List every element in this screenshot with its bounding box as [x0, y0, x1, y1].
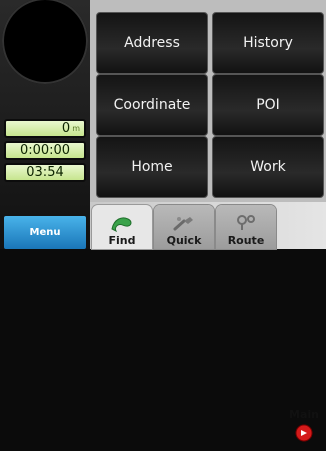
clock-time: 03:54: [26, 164, 64, 180]
distance-unit: m: [72, 123, 80, 133]
clock-readout: 03:54: [4, 163, 86, 182]
menu-label: Menu: [29, 227, 61, 238]
address-button[interactable]: Address: [96, 12, 208, 74]
work-button[interactable]: Work: [212, 136, 324, 198]
home-label: Home: [131, 159, 173, 175]
main-label: Main: [289, 408, 319, 421]
tab-route-label: Route: [227, 234, 265, 247]
tab-quick-label: Quick: [166, 234, 202, 247]
tab-route[interactable]: Route: [216, 205, 276, 249]
distance-value: 0: [61, 120, 71, 136]
right-area: Address History Coordinate POI Home Work…: [90, 0, 326, 442]
tab-find[interactable]: Find: [92, 205, 152, 249]
poi-button[interactable]: POI: [212, 74, 324, 136]
find-button-grid: Address History Coordinate POI Home Work: [90, 0, 326, 202]
tab-bar: Find Quick Route Main: [90, 202, 326, 442]
work-label: Work: [250, 159, 286, 175]
tab-quick[interactable]: Quick: [154, 205, 214, 249]
quick-icon: [173, 217, 193, 231]
compass-display: [2, 0, 88, 84]
route-icon: [237, 215, 255, 230]
tab-find-label: Find: [108, 234, 136, 247]
home-button[interactable]: Home: [96, 136, 208, 198]
find-icon: [111, 217, 132, 233]
poi-label: POI: [256, 97, 280, 113]
coordinate-label: Coordinate: [113, 97, 191, 113]
address-label: Address: [124, 35, 180, 51]
main-red-icon: [295, 424, 313, 442]
elapsed-time-readout: 0:00:00: [4, 141, 86, 160]
coordinate-button[interactable]: Coordinate: [96, 74, 208, 136]
left-panel: 0 m 0:00:00 03:54 Menu: [0, 0, 90, 249]
distance-readout: 0 m: [4, 119, 86, 138]
history-label: History: [243, 35, 293, 51]
elapsed-time: 0:00:00: [19, 142, 71, 158]
main-button[interactable]: Main: [282, 404, 326, 451]
menu-button[interactable]: Menu: [4, 216, 86, 249]
history-button[interactable]: History: [212, 12, 324, 74]
